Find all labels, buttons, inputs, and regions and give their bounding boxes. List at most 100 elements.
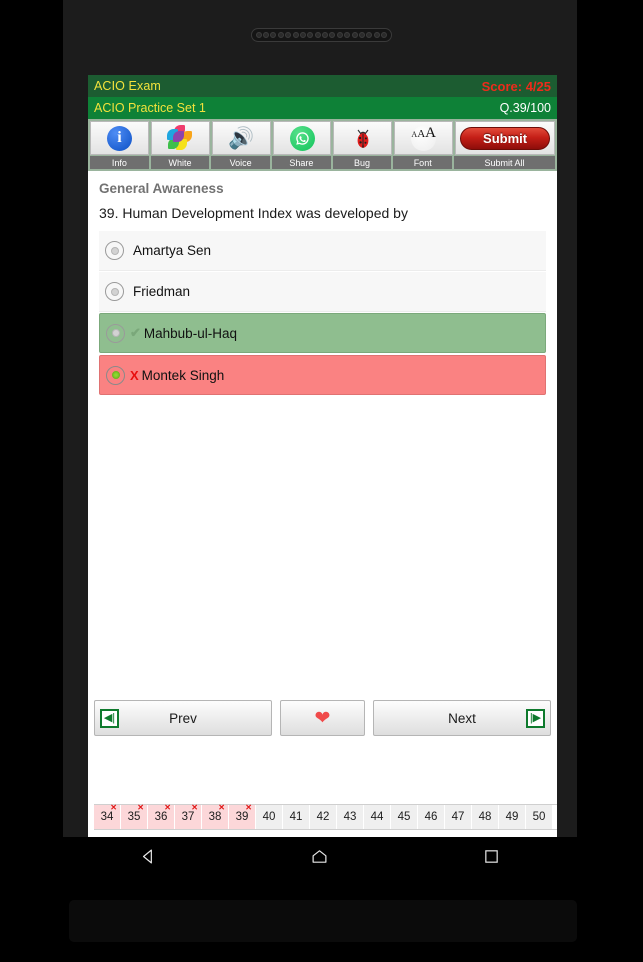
question-number-label: 37 xyxy=(181,811,195,823)
question-number-cell[interactable]: 40 xyxy=(256,805,283,829)
next-label: Next xyxy=(448,710,476,726)
grille-dot xyxy=(299,32,306,38)
question-number-strip: ✕ 34 ✕ 35 ✕ 36 ✕ 37 ✕ 38 ✕ 39 40 41 42 43 44 45 46 47 48 49 50 xyxy=(94,804,557,830)
correct-check-icon: ✔ xyxy=(130,325,141,340)
toolbar-label-font: Font xyxy=(393,156,453,169)
grille-dot xyxy=(351,32,358,38)
grille-dot xyxy=(322,32,329,38)
question-number-label: 40 xyxy=(262,811,276,823)
question-number-label: 46 xyxy=(424,811,438,823)
bug-report-button[interactable] xyxy=(333,121,393,155)
grille-dot xyxy=(307,32,314,38)
whatsapp-share-icon xyxy=(289,125,315,151)
question-number-label: 36 xyxy=(154,811,168,823)
recents-square-icon[interactable] xyxy=(477,842,505,870)
radio-icon-selected[interactable] xyxy=(106,365,125,385)
option-row-2[interactable]: Friedman xyxy=(99,272,546,312)
grille-dot xyxy=(314,32,321,38)
wrong-answer-marker-icon: ✕ xyxy=(191,803,198,812)
grille-dot xyxy=(336,32,343,38)
wrong-cross-icon: X xyxy=(130,367,139,383)
question-number-cell[interactable]: 48 xyxy=(472,805,499,829)
toolbar-label-share: Share xyxy=(272,156,331,169)
question-number-label: 41 xyxy=(289,811,303,823)
app-screen: ACIO Exam Score: 4/25 ACIO Practice Set … xyxy=(88,75,557,837)
question-number-label: 45 xyxy=(397,811,411,823)
options-list: Amartya Sen Friedman ✔ Mahbub-ul-Haq X M… xyxy=(99,231,546,395)
option-row-1[interactable]: Amartya Sen xyxy=(99,231,546,271)
wrong-answer-marker-icon: ✕ xyxy=(245,803,252,812)
question-text: 39. Human Development Index was develope… xyxy=(99,205,408,221)
speaker-icon: 🔊 xyxy=(228,126,255,150)
question-number-label: 47 xyxy=(451,811,465,823)
radio-icon[interactable] xyxy=(106,323,125,343)
question-number-label: 48 xyxy=(478,811,492,823)
practice-set-bar: ACIO Practice Set 1 Q.39/100 xyxy=(88,97,557,119)
subject-label: General Awareness xyxy=(99,181,224,196)
option-row-3-correct[interactable]: ✔ Mahbub-ul-Haq xyxy=(99,313,546,353)
submit-all-button[interactable]: Submit xyxy=(455,121,555,155)
toolbar-label-white: White xyxy=(150,156,210,169)
grille-dot xyxy=(344,32,351,38)
question-number-cell[interactable]: ✕ 38 xyxy=(202,804,229,829)
speaker-grille xyxy=(251,28,392,42)
question-navigation: ◀| Prev ❤ Next |▶ xyxy=(94,700,551,736)
toolbar-label-info: Info xyxy=(90,156,149,169)
question-body: General Awareness 39. Human Development … xyxy=(88,171,557,395)
grille-dot xyxy=(329,32,336,38)
toolbar: i 🔊 A A A Submit Info White Voice Share … xyxy=(88,119,557,171)
grille-dot xyxy=(358,32,365,38)
grille-dot xyxy=(277,32,284,38)
question-number-cell[interactable]: 42 xyxy=(310,805,337,829)
radio-icon[interactable] xyxy=(105,282,124,301)
question-number-cell[interactable]: ✕ 35 xyxy=(121,803,148,829)
question-number-label: 49 xyxy=(505,811,519,823)
toolbar-label-bug: Bug xyxy=(332,156,392,169)
info-icon: i xyxy=(106,125,132,151)
page-title: ACIO Exam xyxy=(94,79,161,93)
question-number-cell[interactable]: 43 xyxy=(337,805,364,829)
option-label: Mahbub-ul-Haq xyxy=(143,325,237,341)
grille-dot xyxy=(263,32,270,38)
wrong-answer-marker-icon: ✕ xyxy=(164,803,171,812)
grille-dot xyxy=(366,32,373,38)
prev-button[interactable]: ◀| Prev xyxy=(94,700,272,736)
phone-chin xyxy=(69,900,577,942)
question-number-cell[interactable]: 47 xyxy=(445,805,472,829)
back-triangle-icon[interactable] xyxy=(135,842,163,870)
share-button[interactable] xyxy=(272,121,332,155)
option-row-4-selected-wrong[interactable]: X Montek Singh xyxy=(99,355,546,395)
white-theme-button[interactable] xyxy=(150,121,210,155)
grille-dot xyxy=(255,32,262,38)
voice-button[interactable]: 🔊 xyxy=(211,121,271,155)
question-number-cell[interactable]: ✕ 34 xyxy=(94,803,121,829)
question-number-label: 44 xyxy=(370,811,384,823)
next-button[interactable]: Next |▶ xyxy=(373,700,551,736)
wrong-answer-marker-icon: ✕ xyxy=(137,803,144,812)
question-number-cell[interactable]: 41 xyxy=(283,805,310,829)
ladybug-icon xyxy=(351,126,375,150)
question-number-label: 34 xyxy=(100,811,114,823)
question-number-cell[interactable]: 49 xyxy=(499,805,526,829)
question-number-cell[interactable]: 44 xyxy=(364,805,391,829)
radio-icon[interactable] xyxy=(105,241,124,260)
info-button[interactable]: i xyxy=(90,121,149,155)
option-label: Friedman xyxy=(133,284,191,299)
question-number-cell[interactable]: 50 xyxy=(526,805,553,829)
question-counter: Q.39/100 xyxy=(499,101,551,115)
question-number-cell[interactable]: ✕ 39 xyxy=(229,803,256,829)
question-number-cell[interactable]: 45 xyxy=(391,805,418,829)
toolbar-labels: Info White Voice Share Bug Font Submit A… xyxy=(88,155,557,171)
practice-set-name: ACIO Practice Set 1 xyxy=(94,101,206,115)
home-pentagon-icon[interactable] xyxy=(306,842,334,870)
font-size-button[interactable]: AAA xyxy=(394,121,454,155)
question-number-cell[interactable]: 46 xyxy=(418,805,445,829)
question-number-label: 42 xyxy=(316,811,330,823)
question-number-cell[interactable]: ✕ 37 xyxy=(175,803,202,829)
question-number-label: 38 xyxy=(208,811,222,823)
question-number-label: 39 xyxy=(235,811,249,823)
wrong-answer-marker-icon: ✕ xyxy=(110,803,117,812)
question-number-cell[interactable]: ✕ 36 xyxy=(148,803,175,829)
favorite-button[interactable]: ❤ xyxy=(280,700,365,736)
grille-dot xyxy=(381,32,388,38)
